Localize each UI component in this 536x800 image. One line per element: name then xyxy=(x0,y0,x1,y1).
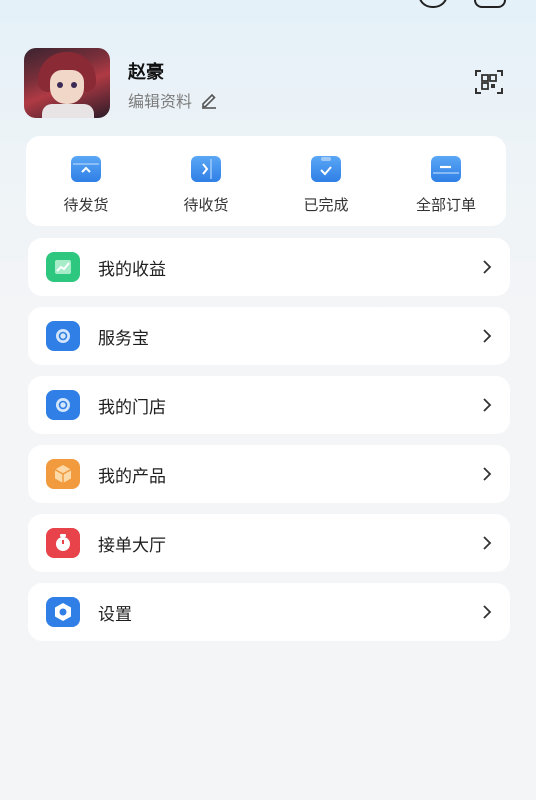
notification-bell-icon[interactable] xyxy=(418,0,448,8)
order-pending-receipt[interactable]: 待收货 xyxy=(151,156,261,215)
edit-profile-link[interactable]: 编辑资料 xyxy=(128,88,218,112)
pencil-icon xyxy=(200,91,218,109)
menu-label: 我的收益 xyxy=(98,259,166,280)
order-label: 全部订单 xyxy=(415,196,476,214)
menu-label: 接单大厅 xyxy=(98,535,166,556)
menu-item-service[interactable]: 服务宝 xyxy=(28,307,510,365)
menu-item-settings[interactable]: 设置 xyxy=(28,583,510,641)
box-arrow-icon xyxy=(191,156,221,182)
qr-code-icon[interactable] xyxy=(474,68,504,96)
box-up-icon xyxy=(71,156,101,182)
product-box-icon xyxy=(46,459,80,489)
store-icon xyxy=(46,390,80,420)
clipboard-check-icon xyxy=(311,156,341,182)
chevron-right-icon xyxy=(483,605,492,619)
profile-header: 赵豪 编辑资料 xyxy=(24,48,512,120)
menu-item-store[interactable]: 我的门店 xyxy=(28,376,510,434)
wallet-icon xyxy=(431,156,461,182)
order-label: 待发货 xyxy=(63,196,109,214)
edit-profile-label: 编辑资料 xyxy=(128,92,193,111)
menu-label: 服务宝 xyxy=(98,328,149,349)
top-toolbar xyxy=(418,0,506,8)
chevron-right-icon xyxy=(483,260,492,274)
timer-icon xyxy=(46,528,80,558)
user-name: 赵豪 xyxy=(128,62,164,83)
order-pending-shipment[interactable]: 待发货 xyxy=(31,156,141,215)
menu-list: 我的收益 服务宝 我的门店 我的产品 接单大厅 设置 xyxy=(28,238,510,652)
chevron-right-icon xyxy=(483,536,492,550)
avatar[interactable] xyxy=(24,48,110,118)
earnings-chart-icon xyxy=(46,252,80,282)
message-icon[interactable] xyxy=(474,0,506,8)
menu-item-products[interactable]: 我的产品 xyxy=(28,445,510,503)
menu-item-order-hall[interactable]: 接单大厅 xyxy=(28,514,510,572)
chevron-right-icon xyxy=(483,467,492,481)
chevron-right-icon xyxy=(483,329,492,343)
orders-card: 待发货 待收货 已完成 全部订单 xyxy=(26,136,506,226)
menu-label: 我的产品 xyxy=(98,466,166,487)
chevron-right-icon xyxy=(483,398,492,412)
order-completed[interactable]: 已完成 xyxy=(271,156,381,215)
menu-label: 设置 xyxy=(98,604,132,625)
menu-item-earnings[interactable]: 我的收益 xyxy=(28,238,510,296)
service-icon xyxy=(46,321,80,351)
order-label: 已完成 xyxy=(303,196,349,214)
menu-label: 我的门店 xyxy=(98,397,166,418)
settings-gear-icon xyxy=(46,597,80,627)
order-all[interactable]: 全部订单 xyxy=(391,156,501,215)
order-label: 待收货 xyxy=(183,196,229,214)
